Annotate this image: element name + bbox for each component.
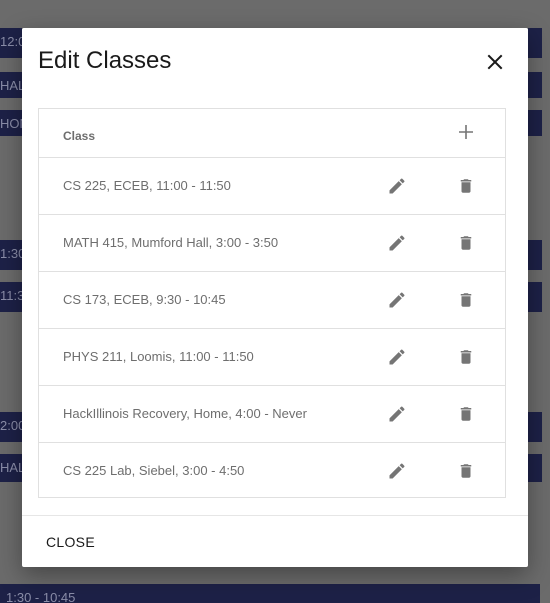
background-band-right-7 — [528, 454, 542, 482]
trash-icon — [460, 407, 472, 421]
delete-class-button[interactable] — [457, 175, 475, 197]
edit-class-button[interactable] — [387, 233, 407, 253]
delete-class-button[interactable] — [457, 232, 475, 254]
trash-icon — [460, 179, 472, 193]
plus-icon — [459, 125, 473, 139]
edit-class-button[interactable] — [387, 404, 407, 424]
class-label: CS 225 Lab, Siebel, 3:00 - 4:50 — [63, 463, 245, 478]
delete-class-button[interactable] — [457, 289, 475, 311]
table-row: MATH 415, Mumford Hall, 3:00 - 3:50 — [39, 215, 505, 272]
background-band-right-1 — [528, 28, 542, 58]
class-label: HackIllinois Recovery, Home, 4:00 - Neve… — [63, 406, 307, 421]
background-band-3: HOM — [0, 110, 22, 136]
close-icon-button[interactable] — [483, 50, 507, 74]
pencil-icon — [389, 406, 405, 422]
add-class-button[interactable] — [457, 123, 475, 141]
delete-class-button[interactable] — [457, 346, 475, 368]
background-band-text: 12:00 — [0, 34, 22, 49]
table-row: HackIllinois Recovery, Home, 4:00 - Neve… — [39, 386, 505, 443]
background-band-right-4 — [528, 240, 542, 270]
column-header-class: Class — [63, 129, 96, 143]
pencil-icon — [389, 235, 405, 251]
background-band-8: 1:30 - 10:45 — [0, 584, 540, 603]
close-icon — [487, 54, 503, 70]
table-header: Class — [39, 109, 505, 158]
trash-icon — [460, 464, 472, 478]
pencil-icon — [389, 349, 405, 365]
background-band-6: 2:00 — [0, 412, 22, 442]
background-band-5: 11:3 — [0, 282, 22, 312]
background-band-text: 1:30 - 10:45 — [6, 590, 76, 603]
background-band-text: 2:00 — [0, 418, 22, 433]
background-band-right-3 — [528, 110, 542, 136]
edit-classes-dialog: Edit Classes Class CS 225, ECEB, 11:00 -… — [22, 28, 528, 567]
background-band-1: 12:00 — [0, 28, 22, 58]
background-band-7: HAL — [0, 454, 22, 482]
edit-class-button[interactable] — [387, 347, 407, 367]
footer-divider — [22, 515, 528, 516]
trash-icon — [460, 350, 472, 364]
close-button[interactable]: CLOSE — [38, 528, 103, 556]
delete-class-button[interactable] — [457, 403, 475, 425]
class-label: CS 173, ECEB, 9:30 - 10:45 — [63, 292, 226, 307]
delete-class-button[interactable] — [457, 460, 475, 482]
class-label: CS 225, ECEB, 11:00 - 11:50 — [63, 178, 231, 193]
table-row: CS 225, ECEB, 11:00 - 11:50 — [39, 158, 505, 215]
background-band-text: HOM — [0, 116, 22, 131]
edit-class-button[interactable] — [387, 290, 407, 310]
background-band-4: 1:30 - — [0, 240, 22, 270]
background-band-text: 11:3 — [0, 288, 22, 303]
pencil-icon — [389, 178, 405, 194]
background-band-right-5 — [528, 282, 542, 312]
class-label: PHYS 211, Loomis, 11:00 - 11:50 — [63, 349, 254, 364]
background-band-right-6 — [528, 412, 542, 442]
table-row: CS 173, ECEB, 9:30 - 10:45 — [39, 272, 505, 329]
background-band-right-2 — [528, 72, 542, 98]
dialog-title: Edit Classes — [38, 47, 172, 74]
background-band-2: HAL — [0, 72, 22, 98]
table-row: CS 225 Lab, Siebel, 3:00 - 4:50 — [39, 443, 505, 500]
table-row: PHYS 211, Loomis, 11:00 - 11:50 — [39, 329, 505, 386]
trash-icon — [460, 293, 472, 307]
background-band-text: HAL — [0, 460, 22, 475]
edit-class-button[interactable] — [387, 461, 407, 481]
background-band-text: HAL — [0, 78, 22, 93]
pencil-icon — [389, 292, 405, 308]
class-label: MATH 415, Mumford Hall, 3:00 - 3:50 — [63, 235, 279, 250]
classes-table: Class CS 225, ECEB, 11:00 - 11:50 MATH 4… — [38, 108, 506, 498]
edit-class-button[interactable] — [387, 176, 407, 196]
background-band-text: 1:30 - — [0, 246, 22, 261]
pencil-icon — [389, 463, 405, 479]
trash-icon — [460, 236, 472, 250]
